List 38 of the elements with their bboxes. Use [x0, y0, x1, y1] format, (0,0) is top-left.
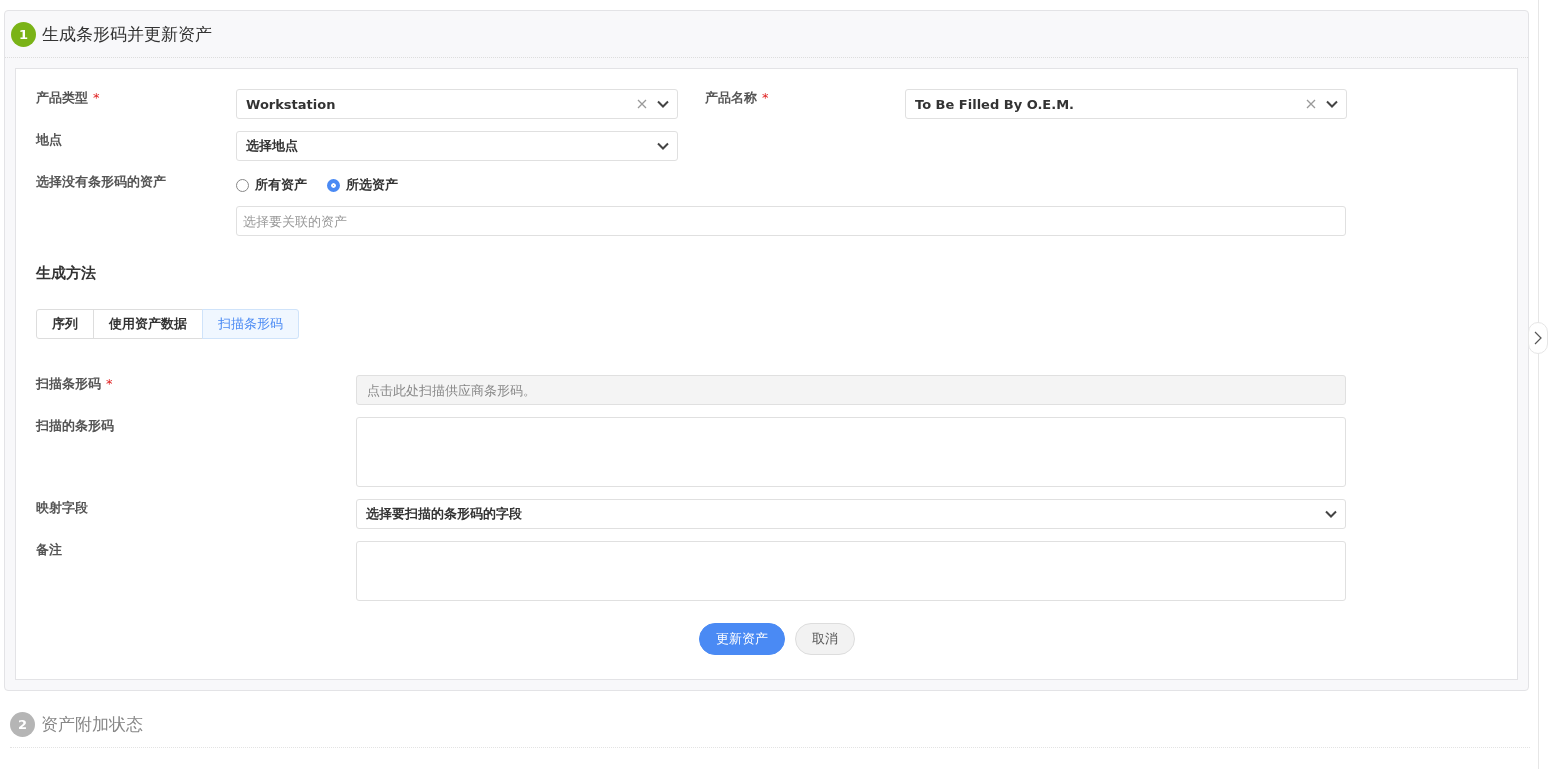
asset-search-field[interactable]: 选择要关联的资产 [236, 206, 1346, 236]
field-label: 选择没有条形码的资产 [36, 173, 166, 189]
radio-option[interactable]: 所选资产 [327, 176, 398, 194]
method-tab[interactable]: 序列 [36, 309, 94, 339]
field-label: 地点 [36, 131, 62, 147]
product-name-select[interactable]: To Be Filled By O.E.M. [905, 89, 1347, 119]
clear-icon[interactable] [637, 99, 647, 109]
chevron-down-icon [657, 142, 669, 150]
radio-icon[interactable] [236, 178, 249, 192]
method-tab[interactable]: 使用资产数据 [93, 309, 203, 339]
scanned-barcodes-field[interactable] [356, 417, 1346, 487]
field-label: 备注 [36, 541, 62, 557]
mapping-field-select[interactable]: 选择要扫描的条形码的字段 [356, 499, 1346, 529]
expand-panel-button[interactable] [1528, 322, 1548, 354]
field-label: 产品名称 [705, 89, 757, 105]
chevron-down-icon [1326, 100, 1338, 108]
radio-option[interactable]: 所有资产 [236, 176, 307, 194]
field-label: 产品类型 [36, 89, 88, 105]
field-label: 映射字段 [36, 499, 88, 515]
required-mark: * [93, 90, 100, 105]
chevron-down-icon [657, 100, 669, 108]
required-mark: * [106, 376, 113, 391]
section-title: 生成方法 [36, 264, 97, 283]
field-label: 扫描条形码 [36, 375, 101, 391]
notes-field[interactable] [356, 541, 1346, 601]
step-title: 资产附加状态 [41, 712, 143, 736]
chevron-down-icon [1325, 510, 1337, 518]
required-mark: * [762, 90, 769, 105]
chevron-right-icon [1534, 331, 1542, 345]
radio-icon[interactable] [327, 178, 340, 192]
product-type-select[interactable]: Workstation [236, 89, 678, 119]
clear-icon[interactable] [1306, 99, 1316, 109]
cancel-button[interactable]: 取消 [794, 623, 855, 655]
location-select[interactable]: 选择地点 [236, 131, 678, 161]
step-number: 1 [11, 21, 36, 47]
step-number: 2 [10, 711, 35, 737]
step-title: 生成条形码并更新资产 [42, 22, 212, 46]
field-label: 扫描的条形码 [36, 417, 114, 433]
